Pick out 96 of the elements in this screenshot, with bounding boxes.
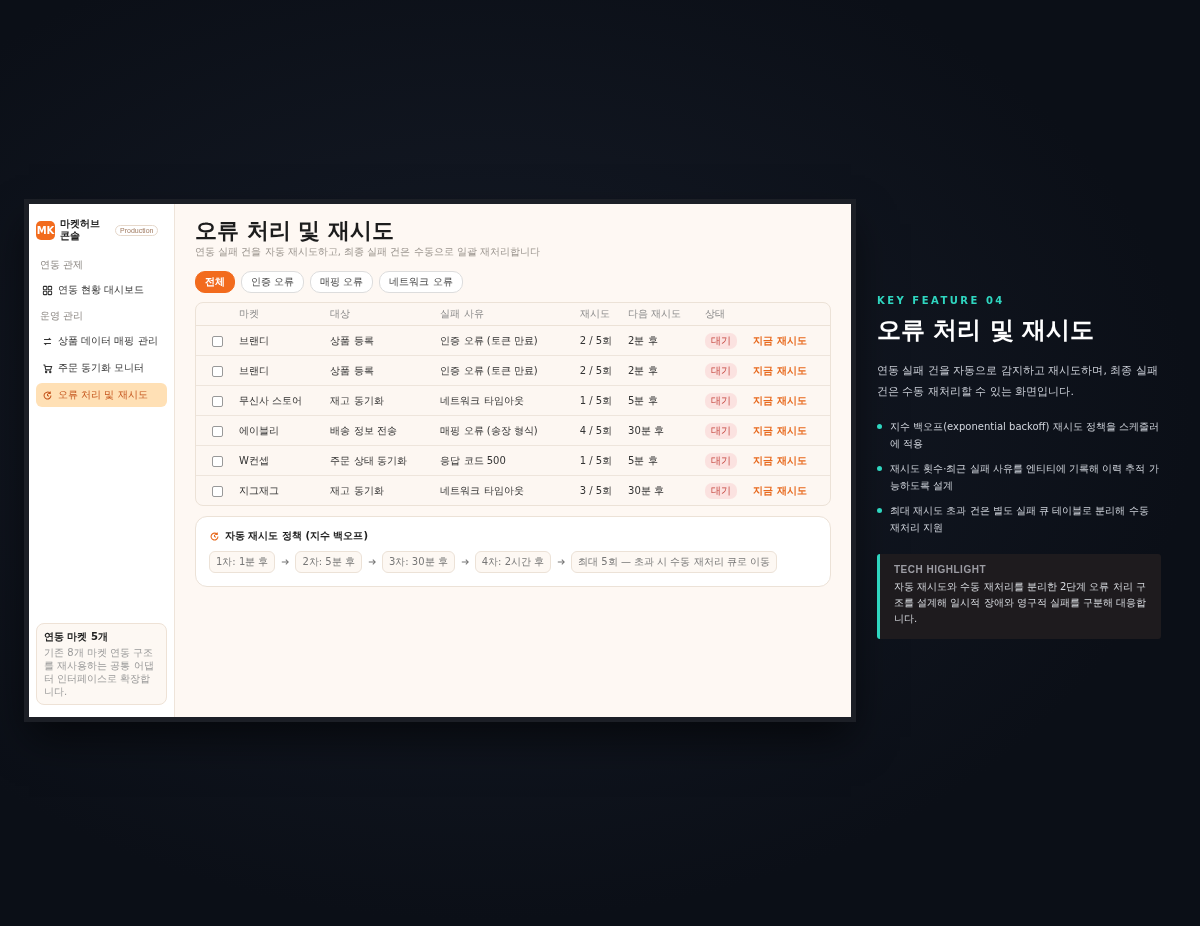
status-badge: 대기 [705,482,738,499]
retry-now-link[interactable]: 지금 재시도 [753,334,807,346]
table-cell: 5분 후 [628,454,658,466]
table-cell: 3 / 5회 [579,484,613,496]
table-cell: 주문 상태 동기화 [330,454,407,466]
column-header: 마켓 [238,303,330,326]
step-pill: 1차: 1분 후 [209,551,276,574]
table-cell: 재고 동기화 [330,484,384,496]
section-title: 운영 관리 [40,309,85,323]
table-cell: 네트워크 타임아웃 [440,394,524,406]
app-name: 마켓허브 콘솔 [60,218,101,242]
retry-now-link[interactable]: 지금 재시도 [753,364,807,376]
table-cell: 인증 오류 (토큰 만료) [440,334,538,346]
status-badge: 대기 [705,422,738,439]
retry-now-link[interactable]: 지금 재시도 [753,394,807,406]
row-checkbox[interactable] [211,455,223,467]
bullet-dot [877,466,882,471]
table-cell: 2분 후 [628,334,658,346]
page-subtitle: 연동 실패 건을 자동 재시도하고, 최종 실패 건은 수동으로 일괄 재처리합니다 [195,245,541,260]
filter-chip[interactable]: 전체 [195,271,235,294]
sidebar-item[interactable]: 주문 동기화 모니터 [36,356,167,380]
highlight-text: 자동 재시도와 수동 재처리를 분리한 2단계 오류 처리 구조를 설계해 일시적 장애와 영구적 실패를 구분해 대응합니다. [894,580,1147,626]
page-title: 오류 처리 및 재시도 [195,218,395,245]
status-badge: 대기 [705,452,738,469]
retry-now-link[interactable]: 지금 재시도 [753,484,807,496]
table-cell: 2 / 5회 [579,334,613,346]
row-checkbox[interactable] [211,365,223,377]
sidebar-item[interactable]: 연동 현황 대시보드 [36,278,167,302]
table-cell: 재고 동기화 [330,394,384,406]
step-pill: 최대 5회 — 초과 시 수동 재처리 큐로 이동 [571,551,777,574]
info-card-title: 연동 마켓 5개 [44,630,109,644]
table-cell: 인증 오류 (토큰 만료) [440,364,538,376]
step-pill: 3차: 30분 후 [381,551,455,574]
table-cell: 상품 등록 [330,334,374,346]
table-cell: 2분 후 [628,364,658,376]
bullet-dot [877,424,882,429]
feature-label: KEY FEATURE 04 [877,295,1006,306]
section-title: 연동 관제 [40,258,85,272]
bullet-text: 최대 재시도 초과 건은 별도 실패 큐 테이블로 분리해 수동 재처리 지원 [890,504,1150,535]
table-cell: 응답 코드 500 [440,454,506,466]
table-cell: 상품 등록 [330,364,374,376]
info-card-text: 기존 8개 마켓 연동 구조를 재사용하는 공통 어댑터 인터페이스로 확장합니다. [44,646,155,698]
sidebar-item[interactable]: 상품 데이터 매핑 관리 [36,329,167,353]
table-cell: 네트워크 타임아웃 [440,484,524,496]
column-header: 다음 재시도 [627,303,705,326]
swap-arrows-icon [42,335,53,347]
arrow-icon [367,558,376,567]
bullet-dot [877,508,882,513]
column-header: 대상 [329,303,440,326]
logo: MK [36,220,55,240]
column-header: 실패 사유 [439,303,579,326]
arrow-icon [281,558,290,567]
row-checkbox[interactable] [211,335,223,347]
row-checkbox[interactable] [211,395,223,407]
table-cell: 30분 후 [628,484,664,496]
arrow-icon [460,558,469,567]
table-cell: 1 / 5회 [579,394,613,406]
status-badge: 대기 [705,332,738,349]
feature-description: 연동 실패 건을 자동으로 감지하고 재시도하며, 최종 실패 건은 수동 재처리할 수 있는 화면입니다. [877,363,1159,400]
feature-title: 오류 처리 및 재시도 [877,315,1096,346]
table-cell: 브랜디 [239,364,269,376]
step-pill: 2차: 5분 후 [295,551,362,574]
clock-icon [209,530,220,542]
step-pill: 4차: 2시간 후 [474,551,552,574]
table-cell: 브랜디 [239,334,269,346]
sidebar-item[interactable]: 오류 처리 및 재시도 [36,383,167,407]
row-checkbox[interactable] [211,425,223,437]
status-badge: 대기 [705,392,738,409]
table-cell: W컨셉 [239,454,269,466]
table-cell: 무신사 스토어 [239,394,303,406]
filter-chip[interactable]: 매핑 오류 [310,271,374,294]
table-cell: 매핑 오류 (송장 형식) [440,424,538,436]
column-header: 상태 [704,303,753,326]
table-cell: 5분 후 [628,394,658,406]
highlight-title: TECH HIGHLIGHT [894,564,987,575]
status-badge: 대기 [705,362,738,379]
table-cell: 지그재그 [239,484,279,496]
row-checkbox[interactable] [211,485,223,497]
bullet-text: 재시도 횟수·최근 실패 사유를 엔티티에 기록해 이력 추적 가능하도록 설계 [890,462,1160,493]
table-cell: 2 / 5회 [579,364,613,376]
filter-chip[interactable]: 인증 오류 [241,271,305,294]
retry-now-link[interactable]: 지금 재시도 [753,454,807,466]
refresh-clock-icon [42,389,53,401]
column-header: 재시도 [578,303,628,326]
arrow-icon [557,558,566,567]
table-cell: 배송 정보 전송 [330,424,397,436]
table-cell: 4 / 5회 [579,424,613,436]
bullet-text: 지수 백오프(exponential backoff) 재시도 정책을 스케줄러에 적용 [890,420,1160,451]
table-cell: 30분 후 [628,424,664,436]
filter-chip[interactable]: 네트워크 오류 [379,271,463,294]
grid-icon [42,284,53,296]
cart-icon [42,362,53,374]
table-cell: 에이블리 [239,424,279,436]
retry-now-link[interactable]: 지금 재시도 [753,424,807,436]
policy-title: 자동 재시도 정책 (지수 백오프) [225,529,369,544]
table-cell: 1 / 5회 [579,454,613,466]
